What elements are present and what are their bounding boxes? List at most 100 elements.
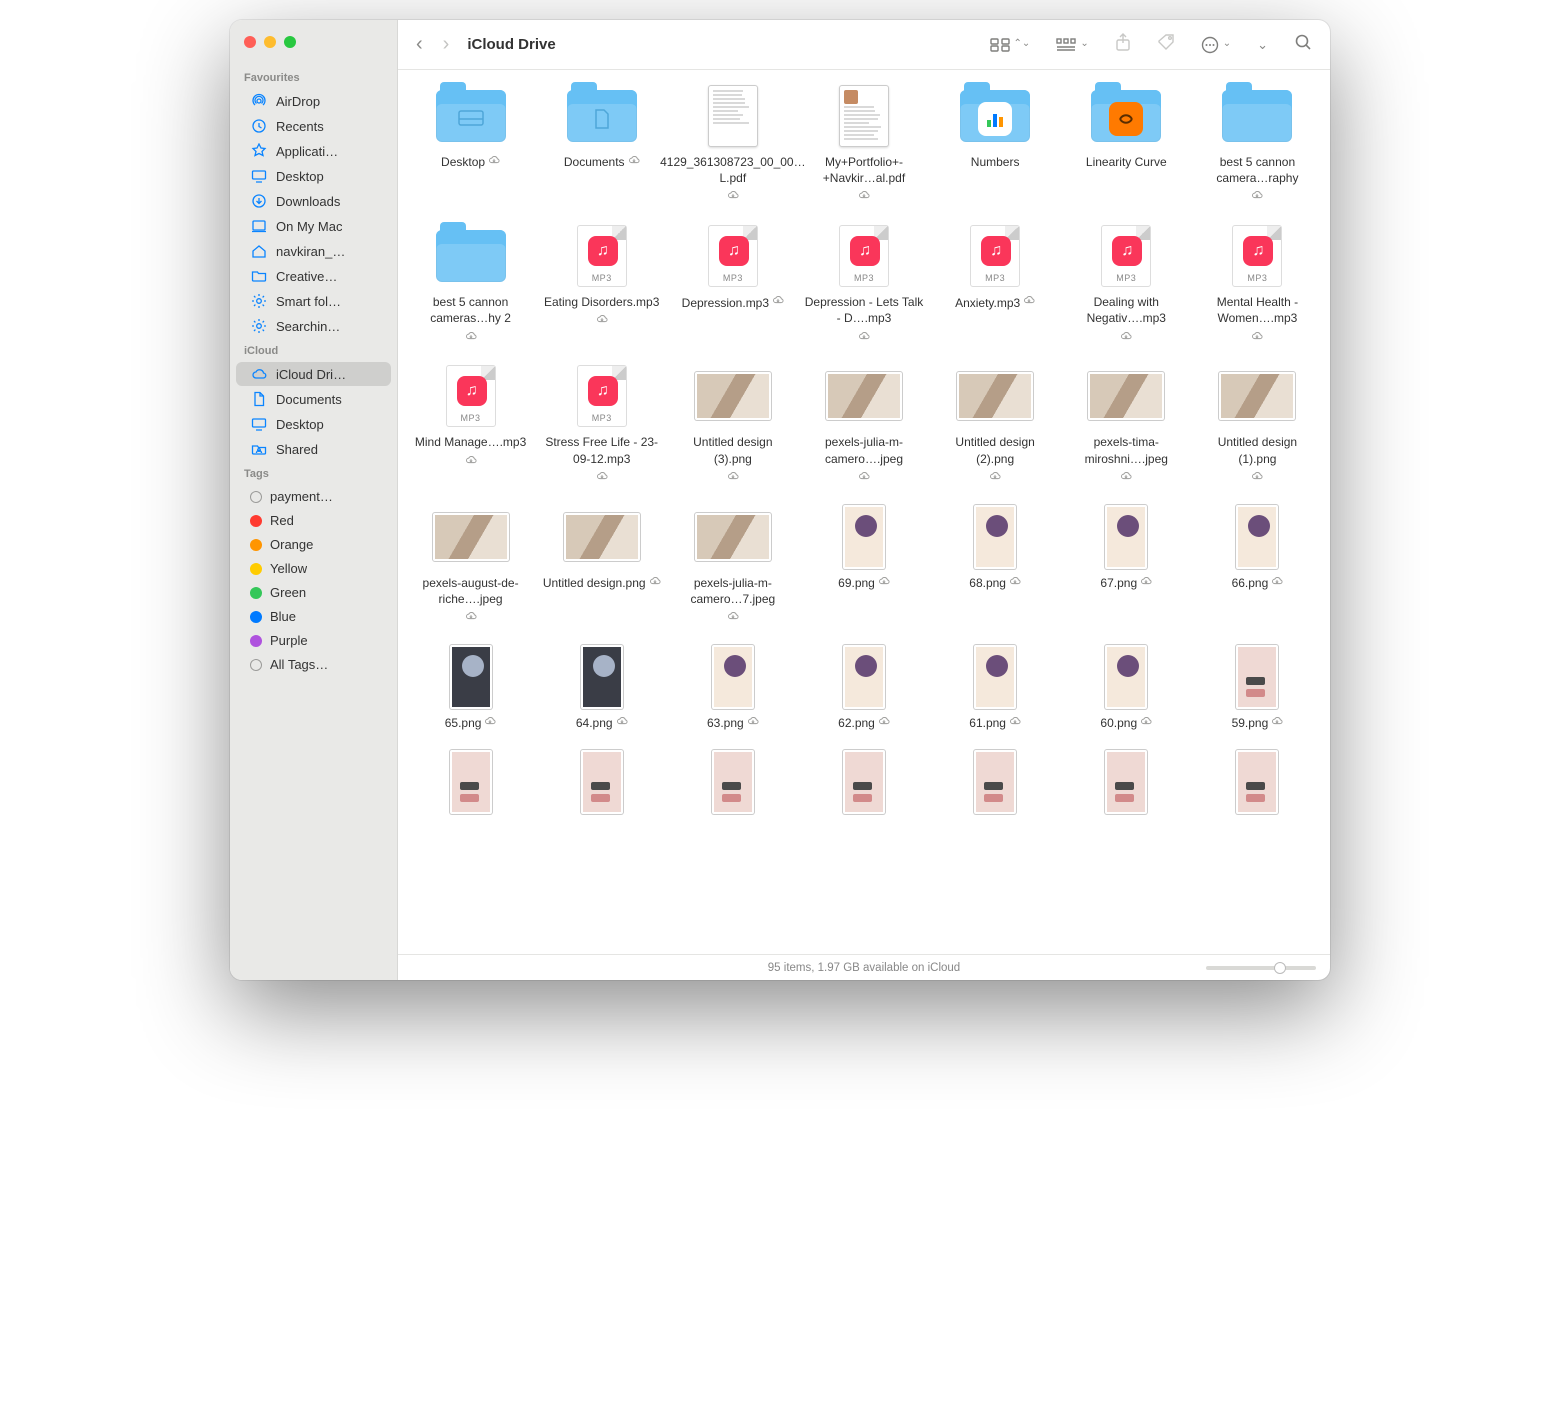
cloud-download-icon (1120, 330, 1132, 347)
sidebar-item[interactable]: Green (236, 581, 391, 604)
file-label: Eating Disorders.mp3 (542, 294, 662, 330)
file-item[interactable]: Untitled design.png (539, 505, 664, 627)
file-item[interactable]: 61.png (933, 645, 1058, 732)
sidebar-item[interactable]: Orange (236, 533, 391, 556)
sidebar-item[interactable]: Desktop (236, 164, 391, 188)
file-item[interactable]: 64.png (539, 645, 664, 732)
share-button[interactable] (1115, 33, 1131, 56)
action-menu-button[interactable]: ⌄ (1201, 36, 1231, 54)
tag-color-icon (250, 515, 262, 527)
sidebar-item[interactable]: On My Mac (236, 214, 391, 238)
file-thumb: ♫MP3 (560, 364, 644, 428)
sidebar-section-title: Tags (230, 462, 397, 484)
sidebar-item-label: All Tags… (270, 657, 328, 672)
maximize-button[interactable] (284, 36, 296, 48)
sidebar-item[interactable]: Desktop (236, 412, 391, 436)
file-item[interactable]: best 5 cannon cameras…hy 2 (408, 224, 533, 346)
sidebar-item[interactable]: Smart fol… (236, 289, 391, 313)
status-text: 95 items, 1.97 GB available on iCloud (398, 962, 1330, 974)
file-item[interactable]: Desktop (408, 84, 533, 206)
file-thumb: ♫MP3 (429, 364, 513, 428)
file-item[interactable]: 67.png (1064, 505, 1189, 627)
tag-color-icon (250, 491, 262, 503)
file-item[interactable]: 4129_361308723_00_00…L.pdf (670, 84, 795, 206)
file-item[interactable]: ♫MP3Mental Health - Women….mp3 (1195, 224, 1320, 346)
file-item[interactable] (1195, 750, 1320, 820)
cloud-download-icon (465, 454, 477, 471)
file-item[interactable]: My+Portfolio+-+Navkir…al.pdf (801, 84, 926, 206)
sidebar-item[interactable]: Applicati… (236, 139, 391, 163)
sidebar-item[interactable]: Blue (236, 605, 391, 628)
cloud-download-icon (1251, 470, 1263, 487)
file-item[interactable]: ♫MP3Stress Free Life - 23-09-12.mp3 (539, 364, 664, 486)
sidebar-item-label: Yellow (270, 561, 307, 576)
file-item[interactable]: 60.png (1064, 645, 1189, 732)
file-item[interactable]: pexels-julia-m-camero…7.jpeg (670, 505, 795, 627)
sidebar-item[interactable]: navkiran_… (236, 239, 391, 263)
file-label: pexels-tima-miroshni….jpeg (1066, 434, 1186, 486)
file-item[interactable] (539, 750, 664, 820)
sidebar-item[interactable]: Red (236, 509, 391, 532)
file-item[interactable]: ♫MP3Mind Manage….mp3 (408, 364, 533, 486)
file-item[interactable] (670, 750, 795, 820)
sidebar-item[interactable]: Documents (236, 387, 391, 411)
file-item[interactable]: Untitled design (2).png (933, 364, 1058, 486)
file-thumb (1215, 645, 1299, 709)
view-mode-button[interactable]: ⌃⌄ (990, 38, 1031, 52)
file-item[interactable]: Numbers (933, 84, 1058, 206)
sidebar-item[interactable]: Yellow (236, 557, 391, 580)
tag-button[interactable] (1157, 33, 1175, 56)
file-item[interactable]: Documents (539, 84, 664, 206)
file-item[interactable]: ♫MP3Anxiety.mp3 (933, 224, 1058, 346)
file-label: Untitled design.png (543, 575, 661, 592)
file-item[interactable]: best 5 cannon camera…raphy (1195, 84, 1320, 206)
file-thumb: ♫MP3 (953, 224, 1037, 288)
file-item[interactable]: ♫MP3Depression - Lets Talk - D….mp3 (801, 224, 926, 346)
file-item[interactable]: 62.png (801, 645, 926, 732)
file-item[interactable]: Untitled design (1).png (1195, 364, 1320, 486)
tag-color-icon (250, 563, 262, 575)
file-item[interactable]: pexels-august-de-riche….jpeg (408, 505, 533, 627)
forward-button[interactable]: › (443, 33, 450, 56)
sidebar-item[interactable]: Recents (236, 114, 391, 138)
file-item[interactable]: ♫MP3Eating Disorders.mp3 (539, 224, 664, 346)
cloud-download-icon (484, 715, 496, 732)
sidebar-item[interactable]: Shared (236, 437, 391, 461)
sidebar-item[interactable]: AirDrop (236, 89, 391, 113)
group-button[interactable]: ⌄ (1056, 38, 1088, 52)
file-item[interactable]: pexels-julia-m-camero….jpeg (801, 364, 926, 486)
sidebar-item[interactable]: Downloads (236, 189, 391, 213)
sidebar-item[interactable]: payment… (236, 485, 391, 508)
file-thumb (953, 645, 1037, 709)
file-item[interactable] (408, 750, 533, 820)
close-button[interactable] (244, 36, 256, 48)
file-item[interactable]: Untitled design (3).png (670, 364, 795, 486)
file-item[interactable]: 59.png (1195, 645, 1320, 732)
file-grid-scroll[interactable]: DesktopDocuments4129_361308723_00_00…L.p… (398, 70, 1330, 954)
file-label: 59.png (1232, 715, 1284, 732)
sidebar-item[interactable]: Searchin… (236, 314, 391, 338)
sidebar-item[interactable]: Creative… (236, 264, 391, 288)
doc-icon (250, 391, 268, 407)
minimize-button[interactable] (264, 36, 276, 48)
search-button[interactable] (1294, 33, 1312, 56)
icon-size-slider[interactable] (1206, 966, 1316, 970)
sidebar-item[interactable]: iCloud Dri… (236, 362, 391, 386)
file-item[interactable]: pexels-tima-miroshni….jpeg (1064, 364, 1189, 486)
sidebar-item[interactable]: All Tags… (236, 653, 391, 676)
file-item[interactable]: 63.png (670, 645, 795, 732)
file-item[interactable]: ♫MP3Depression.mp3 (670, 224, 795, 346)
chevron-down-icon[interactable]: ⌄ (1257, 37, 1268, 53)
file-item[interactable] (801, 750, 926, 820)
back-button[interactable]: ‹ (416, 33, 423, 56)
file-item[interactable] (933, 750, 1058, 820)
file-item[interactable]: 66.png (1195, 505, 1320, 627)
file-item[interactable]: ♫MP3Dealing with Negativ….mp3 (1064, 224, 1189, 346)
file-item[interactable]: 65.png (408, 645, 533, 732)
file-item[interactable] (1064, 750, 1189, 820)
sidebar-item-label: Blue (270, 609, 296, 624)
file-item[interactable]: Linearity Curve (1064, 84, 1189, 206)
sidebar-item[interactable]: Purple (236, 629, 391, 652)
file-item[interactable]: 69.png (801, 505, 926, 627)
file-item[interactable]: 68.png (933, 505, 1058, 627)
